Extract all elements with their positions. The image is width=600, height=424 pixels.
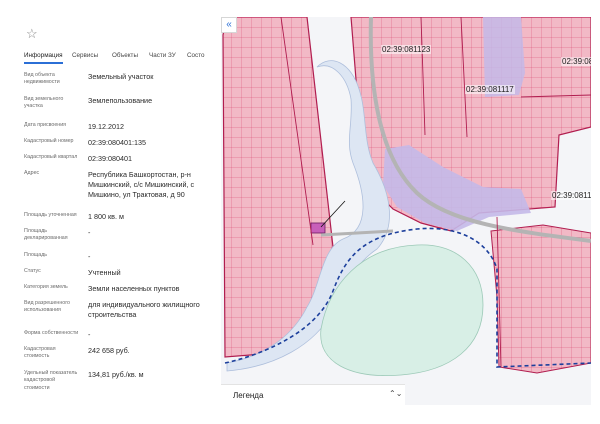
tab-state[interactable]: Состо (187, 52, 205, 59)
attribute-value: - (88, 228, 91, 237)
tab-objects[interactable]: Объекты (112, 52, 138, 59)
attribute-label: Вид земельного участка (24, 96, 64, 110)
attribute-label: Площадь декларированная (24, 228, 68, 242)
cadastral-label-081117: 02:39:081117 (465, 85, 515, 94)
cadastral-label-081123: 02:39:081123 (381, 45, 432, 54)
tab-information[interactable]: Информация (24, 52, 63, 59)
tab-services[interactable]: Сервисы (72, 52, 98, 59)
legend-label: Легенда (233, 391, 264, 400)
attribute-value: Республика Башкортостан, р-н Мишкинский,… (88, 170, 195, 199)
active-tab-indicator (24, 62, 63, 64)
attribute-value: Учтенный (88, 268, 121, 277)
attribute-value: 02:39:080401 (88, 154, 132, 163)
attribute-label: Площадь уточненная (24, 212, 77, 218)
attribute-value: 19.12.2012 (88, 122, 124, 131)
cadastral-label-08111-east: 02:39:08111 (551, 191, 591, 200)
attribute-value: Земли населенных пунктов (88, 284, 180, 293)
attribute-label: Кадастровая стоимость (24, 346, 56, 360)
attribute-label: Удельный показатель кадастровой стоимост… (24, 370, 78, 391)
attribute-label: Адрес (24, 170, 40, 176)
attribute-value: Землепользование (88, 96, 153, 105)
attribute-value: 02:39:080401:135 (88, 138, 146, 147)
attribute-value: 242 658 руб. (88, 346, 130, 355)
chevron-up-down-icon: ⌃⌄ (389, 389, 403, 398)
attribute-value: 1 800 кв. м (88, 212, 124, 221)
info-panel: ☆ Информация Сервисы Объекты Части ЗУ Со… (0, 0, 220, 424)
attribute-label: Статус (24, 268, 41, 274)
attribute-label: Кадастровый квартал (24, 154, 78, 160)
attribute-label: Вид разрешенного использования (24, 300, 70, 314)
favorite-star-icon[interactable]: ☆ (26, 26, 38, 42)
attribute-value: Земельный участок (88, 72, 154, 81)
cadastral-map[interactable] (221, 17, 591, 405)
map-view[interactable]: « 02:39:081123 02:39:081117 02:39:08111 … (221, 17, 591, 405)
attribute-value: - (88, 330, 91, 339)
tab-bar: Информация Сервисы Объекты Части ЗУ Сост… (24, 49, 220, 65)
attribute-label: Категория земель (24, 284, 68, 290)
attribute-label: Вид объекта недвижимости (24, 72, 60, 86)
attribute-label: Дата присвоения (24, 122, 67, 128)
attribute-label: Площадь (24, 252, 48, 258)
legend-dropdown[interactable]: Легенда ⌃⌄ (221, 384, 405, 406)
cadastral-label-08111-north: 02:39:08111 (561, 57, 591, 66)
attribute-label: Кадастровый номер (24, 138, 74, 144)
tab-land-parts[interactable]: Части ЗУ (149, 52, 176, 59)
attribute-value: - (88, 252, 91, 261)
attribute-label: Форма собственности (24, 330, 79, 336)
collapse-panel-double-chevron-left-icon[interactable]: « (221, 17, 237, 33)
attribute-value: для индивидуального жилищного строительс… (88, 300, 200, 319)
attribute-value: 134,81 руб./кв. м (88, 370, 144, 379)
